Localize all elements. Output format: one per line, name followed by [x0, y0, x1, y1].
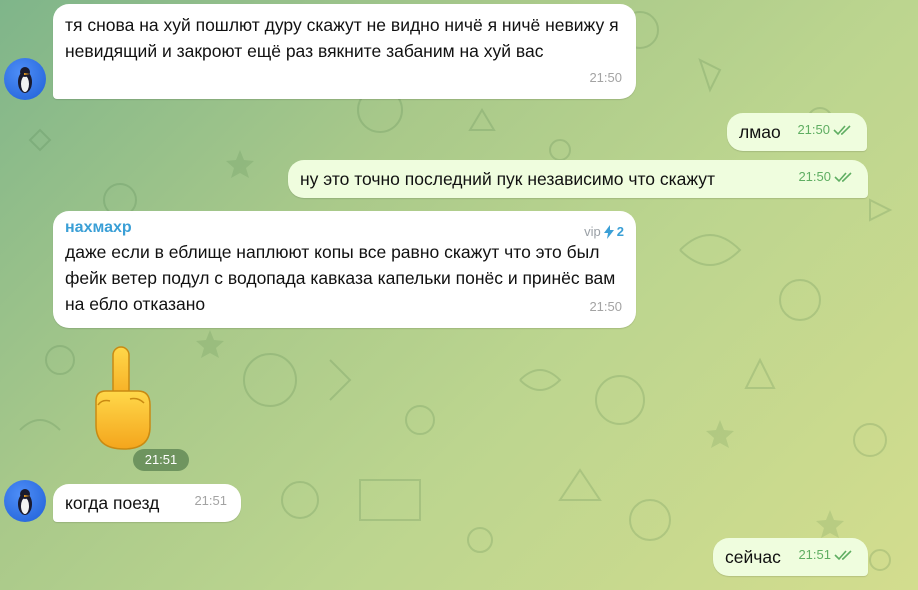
message-time: 21:50: [589, 299, 622, 314]
message-text: тя снова на хуй пошлют дуру скажут не ви…: [65, 15, 619, 61]
incoming-message[interactable]: тя снова на хуй пошлют дуру скажут не ви…: [53, 4, 636, 99]
penguin-icon: [18, 489, 32, 515]
double-check-icon: [833, 125, 851, 136]
penguin-icon: [18, 67, 32, 93]
outgoing-message[interactable]: сейчас 21:51: [713, 538, 868, 576]
message-time: 21:50: [589, 70, 622, 85]
message-text: даже если в еблище наплюют копы все равн…: [65, 242, 616, 314]
message-time: 21:51: [194, 493, 227, 508]
message-time: 21:51: [798, 542, 854, 568]
double-check-icon: [834, 172, 852, 183]
message-time: 21:50: [798, 164, 854, 190]
incoming-message[interactable]: когда поезд 21:51: [53, 484, 241, 522]
outgoing-message[interactable]: лмао 21:50: [727, 113, 867, 151]
double-check-icon: [834, 550, 852, 561]
avatar[interactable]: [4, 58, 46, 100]
vip-badge: vip 2: [584, 224, 624, 239]
sender-name[interactable]: нахмахр: [65, 217, 622, 239]
sticker-time: 21:51: [133, 449, 189, 471]
outgoing-message[interactable]: ну это точно последний пук независимо чт…: [288, 160, 868, 198]
message-text: ну это точно последний пук независимо чт…: [300, 169, 716, 189]
message-time: 21:50: [797, 117, 853, 143]
middle-finger-emoji-sticker[interactable]: [86, 343, 158, 451]
boost-icon: [603, 225, 614, 239]
incoming-message[interactable]: нахмахр vip 2 даже если в еблище наплюют…: [53, 211, 636, 328]
avatar[interactable]: [4, 480, 46, 522]
